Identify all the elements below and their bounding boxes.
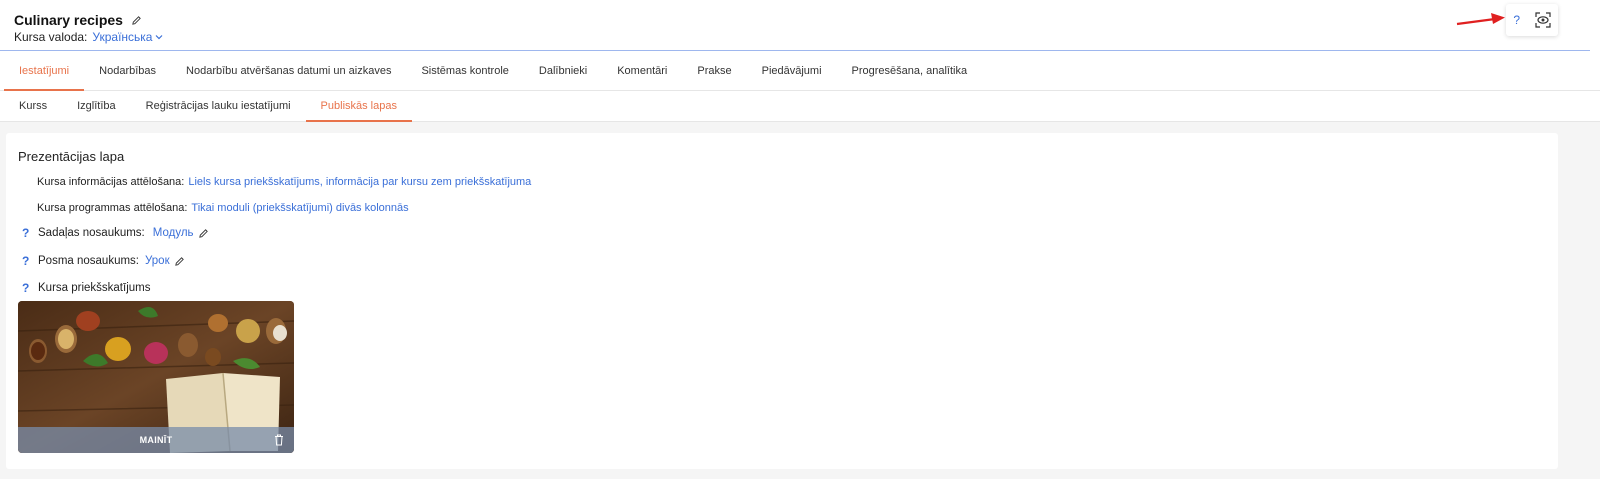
course-program-row: Kursa programmas attēlošana: Tikai modul…: [37, 202, 409, 214]
main-tab-1[interactable]: Nodarbības: [84, 52, 171, 90]
course-preview-row: ? Kursa priekšskatījums: [22, 281, 150, 295]
header: Culinary recipes Kursa valoda: Українськ…: [0, 0, 1600, 52]
course-preview-image: MAINĪT: [18, 301, 294, 453]
edit-pencil-icon[interactable]: [198, 228, 209, 239]
preview-eye-icon[interactable]: [1535, 12, 1551, 28]
red-arrow-icon: [1456, 13, 1505, 26]
sub-tab-1[interactable]: Izglītība: [62, 91, 131, 121]
top-right-toolbar: ?: [1506, 4, 1558, 36]
main-tab-5[interactable]: Komentāri: [602, 52, 682, 90]
section-name-label: Sadaļas nosaukums:: [38, 227, 145, 239]
main-tab-6[interactable]: Prakse: [682, 52, 746, 90]
presentation-panel: Prezentācijas lapa Kursa informācijas at…: [6, 133, 1558, 469]
course-info-row: Kursa informācijas attēlošana: Liels kur…: [37, 176, 531, 188]
language-row: Kursa valoda: Українська: [14, 30, 163, 44]
edit-pencil-icon[interactable]: [131, 15, 142, 26]
change-image-button[interactable]: MAINĪT: [140, 435, 173, 445]
main-tab-7[interactable]: Piedāvājumi: [747, 52, 837, 90]
help-icon[interactable]: ?: [22, 281, 34, 295]
main-tabs: Iestatījumi Nodarbības Nodarbību atvēršana…: [0, 52, 1600, 91]
panel-title: Prezentācijas lapa: [18, 149, 125, 164]
main-tab-4[interactable]: Dalībnieki: [524, 52, 602, 90]
main-tab-3[interactable]: Sistēmas kontrole: [406, 52, 523, 90]
help-icon[interactable]: ?: [22, 254, 34, 268]
course-info-link[interactable]: Liels kursa priekšskatījums, informācija…: [188, 176, 531, 188]
section-name-row: ? Sadaļas nosaukums: Модуль: [22, 226, 209, 240]
course-program-label: Kursa programmas attēlošana:: [37, 202, 188, 214]
language-label: Kursa valoda:: [14, 30, 88, 44]
language-value: Українська: [92, 30, 153, 44]
sub-tab-0[interactable]: Kurss: [4, 91, 62, 121]
course-info-label: Kursa informācijas attēlošana:: [37, 176, 185, 188]
main-tab-2[interactable]: Nodarbību atvēršanas datumi un aizkaves: [171, 52, 406, 90]
trash-icon[interactable]: [274, 434, 284, 446]
header-divider: [0, 50, 1590, 51]
sub-tab-2[interactable]: Reģistrācijas lauku iestatījumi: [131, 91, 306, 121]
course-program-link[interactable]: Tikai moduli (priekšskatījumi) divās kol…: [191, 202, 408, 214]
sub-tab-3[interactable]: Publiskās lapas: [305, 91, 413, 122]
main-tab-0[interactable]: Iestatījumi: [4, 52, 85, 91]
sub-tabs: Kurss Izglītība Reģistrācijas lauku iestat…: [0, 91, 1600, 122]
step-name-row: ? Posma nosaukums: Урок: [22, 254, 185, 268]
chevron-down-icon: [156, 35, 163, 40]
course-title-text: Culinary recipes: [14, 12, 123, 28]
step-name-label: Posma nosaukums:: [38, 255, 139, 267]
preview-action-bar: MAINĪT: [18, 427, 294, 453]
course-preview-label: Kursa priekšskatījums: [38, 282, 151, 294]
help-icon[interactable]: ?: [22, 226, 34, 240]
language-select[interactable]: Українська: [92, 30, 163, 44]
section-name-link[interactable]: Модуль: [153, 227, 194, 239]
step-name-link[interactable]: Урок: [145, 255, 170, 267]
course-title: Culinary recipes: [14, 12, 142, 28]
help-button[interactable]: ?: [1513, 13, 1520, 27]
main-tab-8[interactable]: Progresēšana, analītika: [837, 52, 983, 90]
edit-pencil-icon[interactable]: [174, 256, 185, 267]
